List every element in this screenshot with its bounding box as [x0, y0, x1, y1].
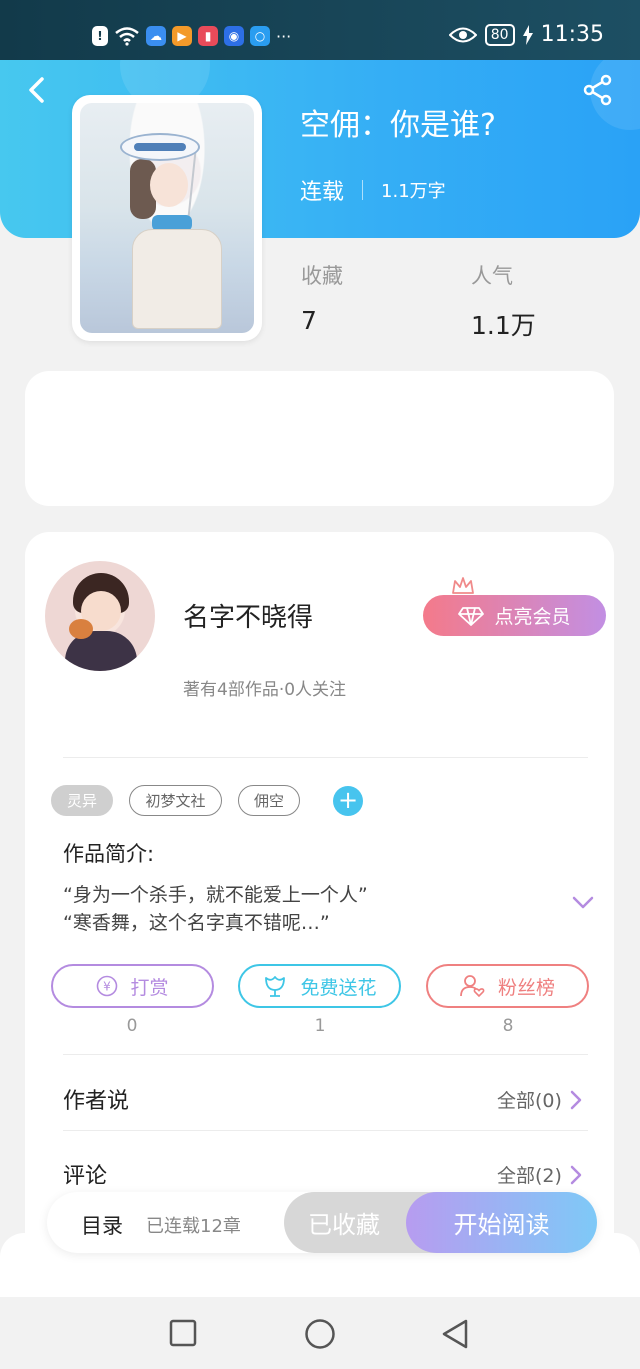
chevron-right-icon — [570, 1090, 582, 1109]
idea-app-icon: ◉ — [224, 26, 244, 46]
diamond-icon — [458, 606, 485, 626]
stat-popularity: 人气 1.1万 — [471, 260, 536, 342]
book-status-row: 连载 1.1万字 — [300, 174, 446, 206]
empty-card — [25, 371, 614, 506]
stat-value: 1.1万 — [471, 311, 536, 340]
divider — [63, 1054, 588, 1055]
comments-count: 全部(2) — [497, 1165, 562, 1187]
system-nav-bar — [0, 1297, 640, 1369]
video-app-icon: ▶ — [172, 26, 192, 46]
svg-text:¥: ¥ — [104, 980, 112, 994]
reward-label: 打赏 — [130, 976, 169, 999]
eye-comfort-icon — [448, 27, 477, 42]
reward-button[interactable]: ¥ 打赏 — [51, 964, 214, 1008]
status-right: 80 11:35 — [448, 22, 604, 47]
fan-rank-button[interactable]: 粉丝榜 — [426, 964, 589, 1008]
vip-button[interactable]: 点亮会员 — [423, 595, 606, 636]
comments-title: 评论 — [63, 1164, 108, 1189]
stat-label: 人气 — [471, 264, 513, 288]
recents-square-icon[interactable] — [169, 1319, 197, 1347]
reward-count: 0 — [126, 1016, 138, 1036]
toc-button[interactable]: 目录 — [81, 1210, 123, 1240]
divider — [63, 1130, 588, 1131]
user-heart-icon — [460, 975, 485, 998]
book-title: 空佣：你是谁? — [300, 108, 496, 143]
share-icon[interactable] — [582, 74, 614, 106]
chevron-down-icon[interactable] — [572, 896, 594, 910]
serial-status: 连载 — [300, 180, 345, 205]
intro-line: “身为一个杀手，就不能爱上一个人” — [63, 884, 368, 906]
tag[interactable]: 佣空 — [238, 785, 300, 816]
cloud-app-icon: ☁ — [146, 26, 166, 46]
back-triangle-icon[interactable] — [440, 1318, 470, 1350]
send-flower-label: 免费送花 — [300, 976, 377, 999]
stat-label: 收藏 — [301, 264, 343, 288]
author-name[interactable]: 名字不晓得 — [183, 597, 313, 634]
author-says-title: 作者说 — [63, 1089, 130, 1114]
status-divider — [362, 180, 364, 200]
send-flower-button[interactable]: 免费送花 — [238, 964, 401, 1008]
more-indicator: ··· — [276, 26, 292, 46]
start-reading-label: 开始阅读 — [453, 1211, 550, 1239]
battery-level: 80 — [484, 23, 515, 46]
alert-icon: ! — [92, 26, 108, 46]
fan-count: 8 — [502, 1016, 514, 1036]
book-app-icon: ▮ — [198, 26, 218, 46]
flower-icon — [265, 976, 286, 997]
crown-icon — [452, 577, 474, 594]
divider — [63, 757, 588, 758]
flower-count: 1 — [314, 1016, 326, 1036]
charging-icon — [522, 24, 533, 45]
yuan-coin-icon: ¥ — [97, 975, 118, 997]
status-bar: ! ☁ ▶ ▮ ◉ ○ ··· 80 11:35 — [0, 0, 640, 60]
add-tag-button[interactable]: + — [333, 786, 363, 816]
stat-favorites: 收藏 7 — [301, 260, 343, 335]
toc-info: 已连载12章 — [146, 1216, 241, 1237]
wifi-icon — [115, 27, 139, 46]
back-arrow-icon[interactable] — [26, 76, 48, 104]
fan-rank-label: 粉丝榜 — [497, 976, 555, 999]
intro-line: “寒香舞，这个名字真不错呢…” — [63, 912, 330, 934]
clock: 11:35 — [540, 22, 604, 47]
author-avatar[interactable] — [45, 561, 155, 671]
book-cover-image — [80, 103, 254, 333]
vip-button-label: 点亮会员 — [494, 606, 571, 628]
comments-more[interactable]: 全部(2) — [497, 1161, 582, 1188]
book-cover[interactable] — [72, 95, 262, 341]
intro-label: 作品简介: — [63, 842, 155, 866]
word-count: 1.1万字 — [381, 181, 446, 202]
author-says-count: 全部(0) — [497, 1090, 562, 1112]
author-says-more[interactable]: 全部(0) — [497, 1086, 582, 1113]
bottom-action-bar: 目录 已连载12章 已收藏 开始阅读 — [47, 1192, 597, 1253]
favorited-label: 已收藏 — [308, 1211, 380, 1239]
status-icons: ! ☁ ▶ ▮ ◉ ○ ··· — [92, 26, 291, 46]
stat-value: 7 — [301, 306, 317, 335]
author-meta: 著有4部作品·0人关注 — [183, 680, 347, 700]
chevron-right-icon — [570, 1165, 582, 1184]
tag[interactable]: 灵异 — [51, 785, 113, 816]
home-circle-icon[interactable] — [304, 1318, 336, 1350]
tag[interactable]: 初梦文社 — [129, 785, 222, 816]
start-reading-button[interactable]: 开始阅读 — [406, 1192, 597, 1253]
search-app-icon: ○ — [250, 26, 270, 46]
